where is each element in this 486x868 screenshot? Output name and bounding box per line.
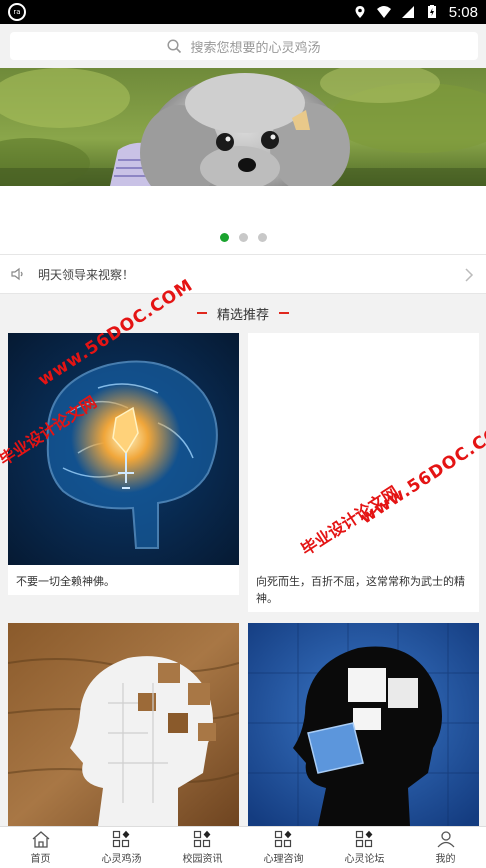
article-card[interactable]: 不要一切全赖神佛。 [8, 333, 239, 595]
clock: 5:08 [448, 3, 478, 21]
tab-label: 首页 [30, 854, 51, 865]
carousel-dot-1[interactable] [219, 233, 229, 242]
tab-counseling[interactable]: 心理咨询 [243, 827, 324, 868]
banner-carousel[interactable] [0, 68, 486, 186]
speaker-icon [11, 267, 23, 281]
card-caption: 向死而生，百折不屈，这常常称为武士的精神。 [256, 575, 465, 605]
carousel-indicator-area [0, 186, 486, 254]
location-icon [355, 6, 365, 18]
user-icon [437, 831, 454, 848]
grid-icon [112, 830, 129, 848]
card-image [248, 623, 479, 826]
tab-profile[interactable]: 我的 [405, 827, 486, 868]
card-image [8, 333, 239, 565]
tab-label: 心理咨询 [263, 854, 304, 865]
notice-bar[interactable]: 明天领导来视察！ [0, 254, 486, 294]
section-header: 精选推荐 [0, 298, 486, 328]
card-image [8, 623, 239, 826]
tab-chicken-soup[interactable]: 心灵鸡汤 [81, 827, 162, 868]
status-bar: ra 5:08 [0, 0, 486, 24]
tab-label: 心灵鸡汤 [101, 854, 142, 865]
grid-icon [274, 830, 291, 848]
tab-label: 校园资讯 [182, 854, 223, 865]
carousel-dots [0, 233, 486, 242]
section-title: 精选推荐 [216, 307, 269, 323]
carousel-dot-3[interactable] [257, 233, 267, 242]
search-placeholder: 搜索您想要的心灵鸡汤 [190, 40, 321, 56]
chevron-right-icon [465, 268, 474, 282]
grid-icon [193, 830, 210, 848]
banner-image [0, 68, 486, 186]
section-divider-right [279, 312, 289, 314]
section-divider-left [196, 312, 207, 314]
grid-icon [355, 830, 372, 848]
carousel-dot-2[interactable] [238, 233, 248, 242]
article-card[interactable] [248, 623, 479, 826]
tab-campus-news[interactable]: 校园资讯 [162, 827, 243, 868]
notification-icon: ra [8, 3, 26, 21]
battery-icon [427, 5, 436, 18]
wifi-icon [376, 6, 391, 18]
card-image [248, 333, 479, 565]
tab-label: 心灵论坛 [344, 854, 385, 865]
tab-forum[interactable]: 心灵论坛 [324, 827, 405, 868]
tab-label: 我的 [435, 854, 456, 865]
notice-text: 明天领导来视察！ [38, 267, 135, 282]
home-icon [32, 831, 49, 848]
tab-home[interactable]: 首页 [0, 827, 81, 868]
search-icon [167, 38, 182, 53]
article-card[interactable]: 向死而生，百折不屈，这常常称为武士的精神。 [248, 333, 479, 612]
card-caption: 不要一切全赖神佛。 [16, 575, 115, 588]
search-bar: 搜索您想要的心灵鸡汤 [0, 24, 486, 68]
signal-icon [401, 6, 414, 18]
article-card[interactable] [8, 623, 239, 826]
bottom-tab-bar: 首页 心灵鸡汤 校园资讯 心理咨询 心灵论坛 我的 [0, 826, 486, 868]
search-input[interactable]: 搜索您想要的心灵鸡汤 [10, 32, 478, 60]
